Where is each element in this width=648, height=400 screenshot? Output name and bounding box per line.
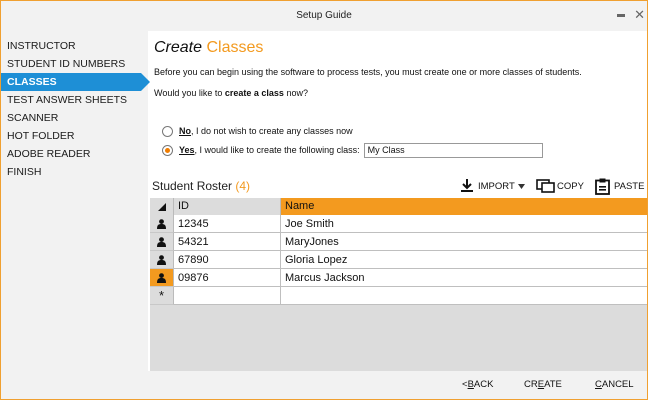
page-title: Create Classes (154, 39, 263, 57)
option-no-rest: , I do not wish to create any classes no… (191, 126, 353, 136)
option-no-row[interactable]: No, I do not wish to create any classes … (162, 124, 353, 138)
person-icon (157, 272, 166, 283)
cancel-key: C (595, 379, 602, 390)
import-button[interactable]: IMPORT (461, 177, 515, 195)
main-panel: Create Classes Before you can begin usin… (148, 31, 647, 371)
question-prefix: Would you like to (154, 88, 225, 98)
paste-icon (595, 178, 610, 195)
window-title: Setup Guide (296, 10, 352, 21)
sidebar-item-test-answer-sheets[interactable]: TEST ANSWER SHEETS (1, 91, 148, 109)
row-selector[interactable] (150, 251, 174, 269)
option-yes-row[interactable]: Yes, I would like to create the followin… (162, 142, 543, 158)
import-icon (461, 179, 473, 192)
sidebar-item-finish[interactable]: FINISH (1, 163, 148, 181)
copy-icon (536, 179, 555, 193)
cell-name[interactable]: MaryJones (281, 233, 647, 251)
column-header-name[interactable]: Name (281, 198, 647, 215)
cell-id[interactable]: 67890 (174, 251, 281, 269)
cell-name[interactable]: Gloria Lopez (281, 251, 647, 269)
option-yes-rest: , I would like to create the following c… (194, 145, 360, 155)
cell-id[interactable]: 12345 (174, 215, 281, 233)
back-rest: ACK (473, 379, 494, 390)
create-rest: ATE (544, 379, 562, 390)
cell-id[interactable]: 09876 (174, 269, 281, 287)
dropdown-arrow-icon (518, 183, 525, 189)
row-selector-current[interactable] (150, 269, 174, 287)
table-row[interactable]: 67890 Gloria Lopez (150, 251, 647, 269)
page-title-subject: Classes (206, 39, 264, 56)
sidebar-item-student-id-numbers[interactable]: STUDENT ID NUMBERS (1, 55, 148, 73)
person-icon (157, 218, 166, 229)
grid-header: ID Name (150, 198, 647, 215)
roster-grid: ID Name 12345 Joe Smith 54321 MaryJones … (150, 198, 647, 371)
sidebar-item-instructor[interactable]: INSTRUCTOR (1, 37, 148, 55)
sidebar-item-scanner[interactable]: SCANNER (1, 109, 148, 127)
person-icon (157, 236, 166, 247)
row-selector[interactable] (150, 233, 174, 251)
option-no-label[interactable]: No, I do not wish to create any classes … (179, 126, 353, 136)
column-header-id[interactable]: ID (174, 198, 281, 215)
class-name-input[interactable] (363, 142, 543, 158)
roster-count: (4) (235, 179, 251, 193)
person-icon (157, 254, 166, 265)
roster-title: Student Roster (4) (152, 179, 250, 193)
close-icon[interactable]: ✕ (634, 8, 645, 22)
option-yes-label[interactable]: Yes, I would like to create the followin… (179, 145, 360, 155)
option-no-radio[interactable] (162, 125, 173, 137)
back-button[interactable]: <BACK (462, 377, 493, 393)
option-no-key: No (179, 126, 191, 136)
sidebar-item-hot-folder[interactable]: HOT FOLDER (1, 127, 148, 145)
sidebar-item-adobe-reader[interactable]: ADOBE READER (1, 145, 148, 163)
setup-guide-window: Setup Guide ✕ INSTRUCTOR STUDENT ID NUMB… (0, 0, 648, 400)
import-dropdown[interactable] (518, 177, 525, 195)
question-suffix: now? (283, 88, 308, 98)
create-button[interactable]: CREATE (524, 377, 562, 393)
option-yes-radio[interactable] (162, 144, 173, 156)
cancel-rest: ANCEL (601, 379, 634, 390)
row-selector[interactable] (150, 215, 174, 233)
new-row[interactable]: * (150, 287, 647, 305)
cell-name[interactable]: Joe Smith (281, 215, 647, 233)
table-row-current[interactable]: 09876 Marcus Jackson (150, 269, 647, 287)
option-yes-key: Yes (179, 145, 195, 155)
question-bold: create a class (224, 88, 284, 98)
title-bar: Setup Guide ✕ (1, 1, 647, 31)
minimize-icon[interactable] (617, 14, 625, 17)
footer-bar: <BACK CREATE CANCEL (1, 371, 647, 399)
grid-corner[interactable] (150, 198, 174, 215)
roster-title-text: Student Roster (152, 179, 233, 193)
paste-button[interactable]: PASTE (595, 177, 644, 195)
cancel-button[interactable]: CANCEL (595, 377, 634, 393)
sidebar-nav: INSTRUCTOR STUDENT ID NUMBERS CLASSES TE… (1, 31, 150, 371)
import-label: IMPORT (478, 180, 515, 192)
intro-text: Before you can begin using the software … (154, 67, 582, 77)
cell-name[interactable]: Marcus Jackson (281, 269, 647, 287)
copy-label: COPY (557, 180, 584, 192)
new-row-icon[interactable]: * (150, 287, 174, 305)
create-pre: CR (524, 379, 538, 390)
cell-id[interactable]: 54321 (174, 233, 281, 251)
grid-corner-icon (158, 203, 166, 211)
question-text: Would you like to create a class now? (154, 88, 308, 98)
new-cell-name[interactable] (281, 287, 647, 305)
sidebar-item-classes[interactable]: CLASSES (1, 73, 150, 91)
table-row[interactable]: 54321 MaryJones (150, 233, 647, 251)
table-row[interactable]: 12345 Joe Smith (150, 215, 647, 233)
page-title-verb: Create (154, 39, 203, 56)
new-cell-id[interactable] (174, 287, 281, 305)
paste-label: PASTE (614, 180, 645, 192)
copy-button[interactable]: COPY (536, 177, 584, 195)
